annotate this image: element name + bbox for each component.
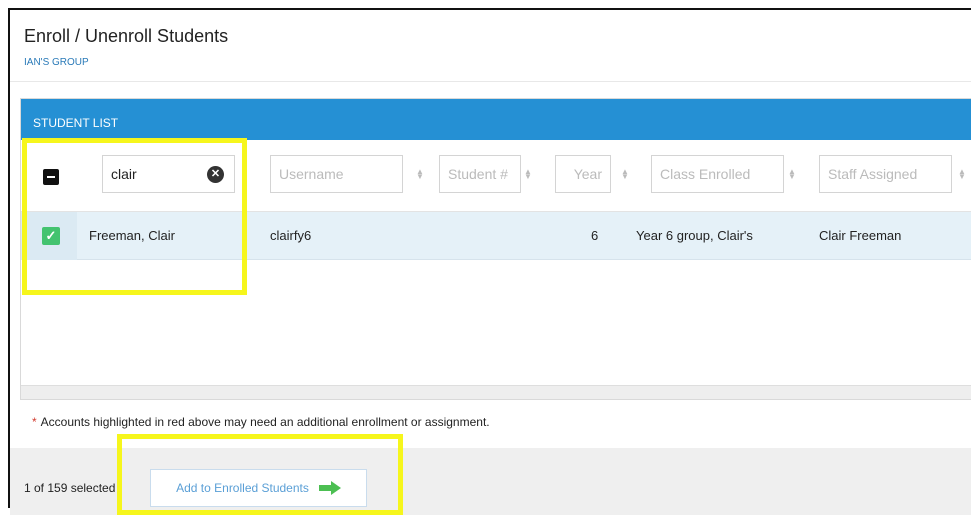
student-number-filter-input[interactable]: Student # bbox=[439, 155, 521, 193]
cell-name: Freeman, Clair bbox=[89, 228, 175, 243]
select-all-checkbox[interactable] bbox=[43, 169, 59, 185]
cell-username: clairfy6 bbox=[270, 228, 312, 243]
student-list-panel: STUDENT LIST clair ✕ Username ▲ ▼ Student… bbox=[20, 98, 971, 400]
name-filter-input[interactable]: clair ✕ bbox=[102, 155, 235, 193]
staff-assigned-filter-input[interactable]: Staff Assigned bbox=[819, 155, 952, 193]
student-number-sort-icon[interactable]: ▲ ▼ bbox=[524, 168, 532, 181]
year-sort-icon[interactable]: ▲ ▼ bbox=[621, 168, 629, 181]
cell-class-enrolled: Year 6 group, Clair's bbox=[636, 228, 753, 243]
arrow-right-icon bbox=[318, 481, 341, 495]
class-enrolled-filter-input[interactable]: Class Enrolled bbox=[651, 155, 784, 193]
enrollment-note: * Accounts highlighted in red above may n… bbox=[32, 415, 490, 429]
staff-assigned-sort-icon[interactable]: ▲ ▼ bbox=[958, 168, 966, 181]
name-filter-value: clair bbox=[111, 166, 137, 182]
group-link[interactable]: IAN'S GROUP bbox=[24, 57, 89, 68]
row-checkbox-cell: ✓ bbox=[21, 212, 77, 260]
class-enrolled-sort-icon[interactable]: ▲ ▼ bbox=[788, 168, 796, 181]
year-filter-placeholder: Year bbox=[573, 166, 602, 182]
cell-staff-assigned: Clair Freeman bbox=[819, 228, 902, 243]
action-bar: 1 of 159 selected Add to Enrolled Studen… bbox=[10, 448, 971, 515]
check-icon[interactable]: ✓ bbox=[42, 227, 60, 245]
required-star: * bbox=[32, 415, 37, 429]
staff-assigned-filter-placeholder: Staff Assigned bbox=[828, 166, 918, 182]
username-filter-input[interactable]: Username bbox=[270, 155, 403, 193]
page-header: Enroll / Unenroll Students IAN'S GROUP bbox=[10, 10, 971, 82]
student-number-filter-placeholder: Student # bbox=[448, 166, 508, 182]
student-list-header: STUDENT LIST bbox=[21, 99, 971, 140]
selected-count: 1 of 159 selected bbox=[24, 481, 116, 495]
cell-year: 6 bbox=[591, 228, 599, 243]
enroll-page: Enroll / Unenroll Students IAN'S GROUP S… bbox=[10, 10, 971, 515]
username-filter-placeholder: Username bbox=[279, 166, 344, 182]
add-to-enrolled-label: Add to Enrolled Students bbox=[176, 481, 309, 495]
page-title: Enroll / Unenroll Students bbox=[24, 26, 229, 46]
class-enrolled-filter-placeholder: Class Enrolled bbox=[660, 166, 751, 182]
enrollment-note-text: Accounts highlighted in red above may ne… bbox=[40, 415, 490, 429]
list-footer-bar bbox=[21, 385, 971, 399]
filter-row: clair ✕ Username ▲ ▼ Student # ▲ ▼ Year ▲ ▼… bbox=[21, 140, 971, 212]
add-to-enrolled-button[interactable]: Add to Enrolled Students bbox=[150, 469, 367, 507]
username-sort-icon[interactable]: ▲ ▼ bbox=[416, 168, 424, 181]
clear-icon[interactable]: ✕ bbox=[207, 166, 224, 183]
year-filter-input[interactable]: Year bbox=[555, 155, 611, 193]
table-row[interactable]: ✓ Freeman, Clair clairfy6 6 Year 6 group… bbox=[21, 212, 971, 260]
